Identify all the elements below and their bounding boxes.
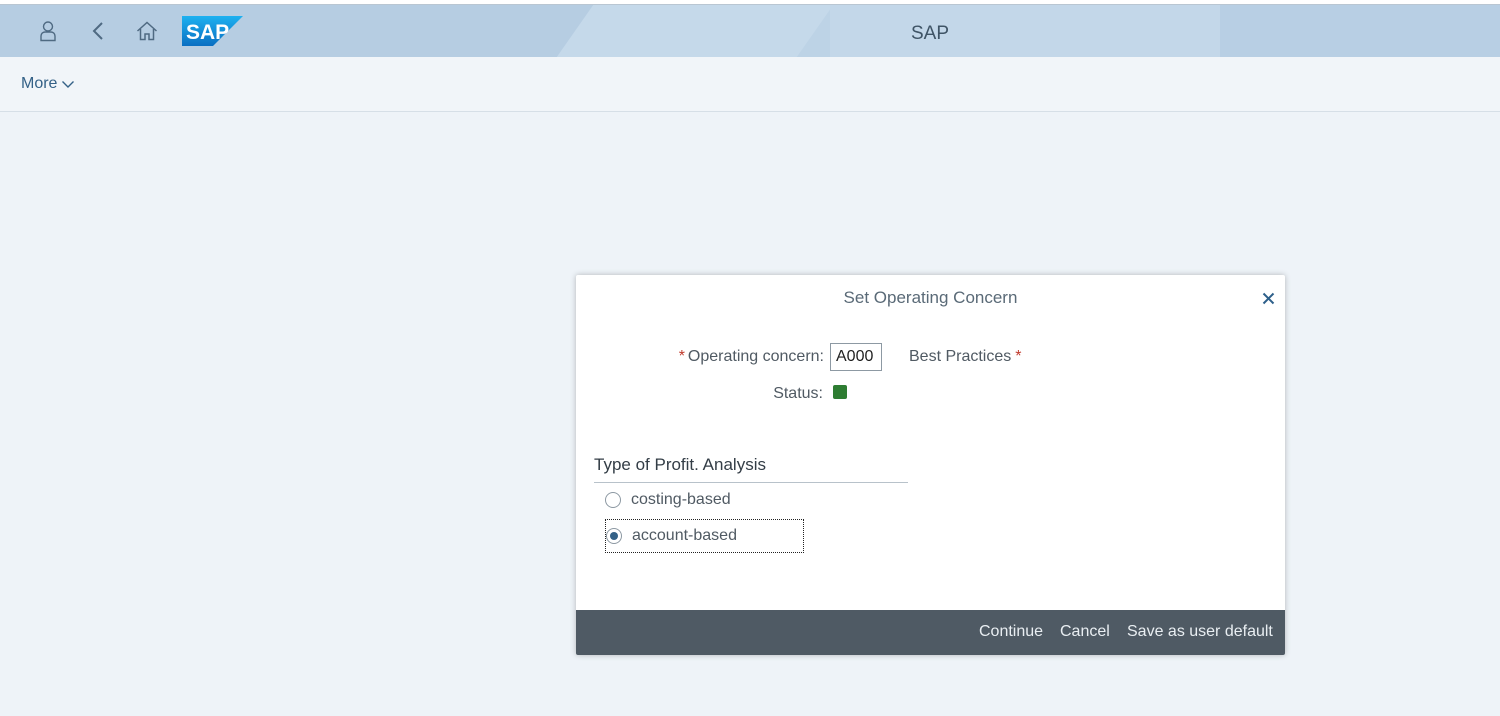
radio-button[interactable]: [605, 492, 621, 508]
save-as-user-default-button[interactable]: Save as user default: [1127, 623, 1273, 641]
back-icon: [92, 22, 103, 40]
sap-logo[interactable]: SAP: [182, 16, 243, 46]
group-title: Type of Profit. Analysis: [594, 455, 766, 474]
operating-concern-input[interactable]: [830, 343, 882, 371]
close-icon: [1262, 292, 1274, 304]
chevron-down-icon: [62, 81, 75, 88]
dialog-footer: Continue Cancel Save as user default: [576, 610, 1285, 655]
shell-bar-stripe: [556, 5, 834, 57]
status-label: Status:: [773, 385, 823, 402]
home-icon: [136, 21, 158, 41]
application-toolbar: More: [0, 57, 1500, 112]
radio-account-based[interactable]: account-based: [605, 519, 804, 553]
user-icon: [40, 21, 56, 42]
status-indicator: [833, 385, 847, 399]
radio-label: account-based: [632, 527, 737, 544]
close-button[interactable]: [1259, 289, 1277, 307]
cancel-button[interactable]: Cancel: [1060, 623, 1110, 641]
dialog-title: Set Operating Concern: [843, 288, 1018, 307]
sap-logo-text: SAP: [186, 21, 229, 44]
shell-title: SAP: [910, 23, 950, 44]
radio-label: costing-based: [631, 491, 731, 508]
more-menu-button[interactable]: More: [21, 75, 75, 93]
operating-concern-label: Operating concern:: [687, 348, 824, 365]
set-operating-concern-dialog: Set Operating Concern * Operating concern…: [576, 275, 1285, 655]
required-marker: *: [1015, 348, 1022, 365]
radio-costing-based[interactable]: costing-based: [605, 483, 804, 517]
continue-button[interactable]: Continue: [979, 623, 1043, 641]
back-button[interactable]: [82, 15, 114, 47]
user-profile-button[interactable]: [32, 15, 64, 47]
home-button[interactable]: [131, 15, 163, 47]
operating-concern-description: Best Practices: [909, 348, 1012, 365]
radio-button[interactable]: [606, 528, 622, 544]
radio-selected-dot: [610, 532, 618, 540]
operating-concern-label-wrap: * Operating concern:: [676, 348, 824, 366]
operating-concern-description-wrap: Best Practices *: [909, 348, 1022, 366]
shell-bar: SAP SAP: [0, 5, 1500, 57]
shell-bar-stripe: [1220, 5, 1500, 57]
more-menu-label: More: [21, 75, 58, 92]
required-marker: *: [678, 348, 685, 365]
